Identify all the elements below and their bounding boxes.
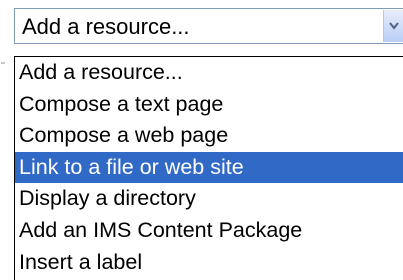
dropdown-list[interactable]: Add a resource... Compose a text page Co…: [14, 56, 403, 280]
option-link-file-web-site[interactable]: Link to a file or web site: [15, 151, 403, 184]
chevron-down-icon: [389, 22, 399, 30]
resource-select[interactable]: Add a resource...: [14, 8, 403, 44]
option-add-resource[interactable]: Add a resource...: [15, 57, 403, 89]
option-insert-label[interactable]: Insert a label: [15, 247, 403, 279]
option-compose-web-page[interactable]: Compose a web page: [15, 120, 403, 152]
divider: [1, 62, 5, 64]
option-compose-text-page[interactable]: Compose a text page: [15, 89, 403, 121]
dropdown-button[interactable]: [383, 10, 403, 42]
select-current-value: Add a resource...: [22, 14, 190, 39]
option-add-ims-content-package[interactable]: Add an IMS Content Package: [15, 215, 403, 247]
option-display-directory[interactable]: Display a directory: [15, 183, 403, 215]
